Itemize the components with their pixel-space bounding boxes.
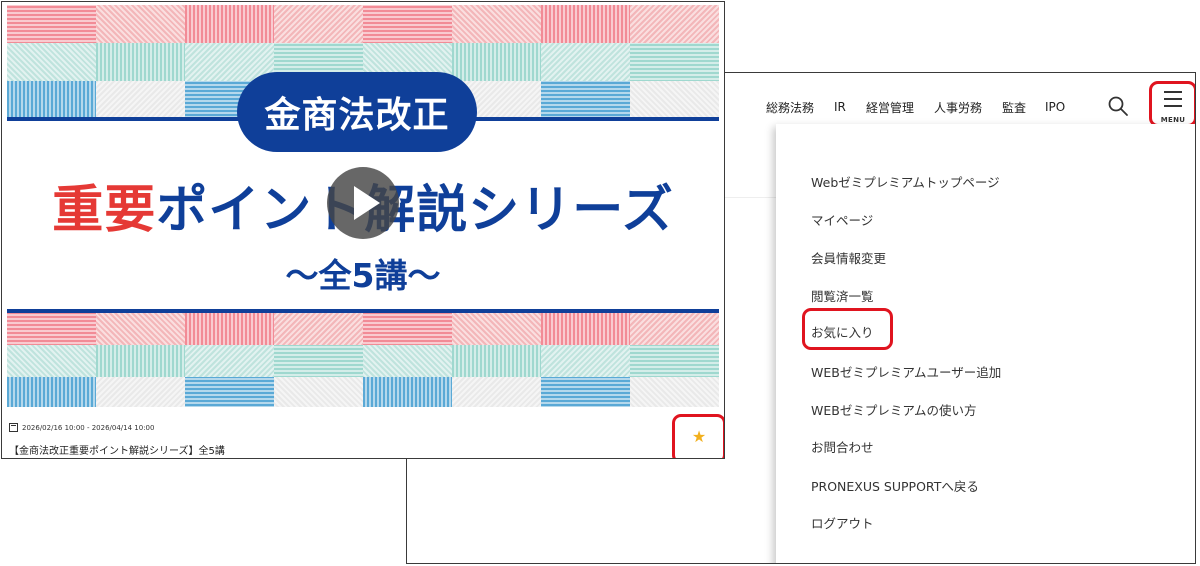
nav-item-audit[interactable]: 監査 (1002, 99, 1026, 116)
nav-item-ir[interactable]: IR (834, 100, 846, 114)
video-card-window: 金商法改正 重要ポイント解説シリーズ 〜全5講〜 2026/02/16 10:0… (1, 1, 725, 459)
hamburger-icon (1164, 91, 1182, 107)
pattern-tile (363, 377, 453, 407)
menu-item-viewed-list[interactable]: 閲覧済一覧 (811, 286, 874, 305)
pattern-tile (274, 5, 364, 44)
pattern-tile (274, 313, 364, 346)
pattern-tile (452, 43, 542, 82)
pattern-tile (452, 313, 542, 346)
pattern-tile (96, 377, 186, 407)
pattern-tile (363, 313, 453, 346)
menu-item-logout[interactable]: ログアウト (811, 513, 874, 532)
pattern-tile (185, 345, 275, 378)
pattern-tile (274, 345, 364, 378)
favorite-button[interactable]: ★ (672, 414, 724, 458)
pattern-tile (7, 345, 97, 378)
pattern-tile (630, 81, 719, 120)
pattern-tile (541, 5, 631, 44)
pattern-tile (7, 313, 97, 346)
pattern-tile (541, 377, 631, 407)
calendar-icon (9, 423, 18, 432)
video-title[interactable]: 【金商法改正重要ポイント解説シリーズ】全5講 (9, 442, 225, 457)
pattern-tile (185, 377, 275, 407)
pattern-tile (541, 313, 631, 346)
menu-item-my-page[interactable]: マイページ (811, 210, 873, 229)
pattern-tile (185, 313, 275, 346)
pattern-tile (630, 313, 719, 346)
pattern-tile (7, 5, 97, 44)
video-thumbnail[interactable]: 金商法改正 重要ポイント解説シリーズ 〜全5講〜 (7, 5, 719, 407)
pattern-tile (363, 345, 453, 378)
nav-item-ipo[interactable]: IPO (1045, 100, 1065, 114)
pattern-tile (541, 345, 631, 378)
nav-item-management[interactable]: 経営管理 (866, 99, 914, 116)
pattern-tile (96, 345, 186, 378)
play-icon (354, 186, 380, 220)
pattern-tile (274, 377, 364, 407)
date-range-row: 2026/02/16 10:00 - 2026/04/14 10:00 (9, 423, 154, 432)
pattern-tile (7, 81, 97, 120)
menu-item-add-user[interactable]: WEBゼミプレミアムユーザー追加 (811, 362, 1001, 381)
pattern-tile (452, 377, 542, 407)
nav-item-hr[interactable]: 人事労務 (934, 99, 982, 116)
menu-item-how-to-use[interactable]: WEBゼミプレミアムの使い方 (811, 400, 976, 419)
menu-item-contact[interactable]: お問合わせ (811, 437, 874, 456)
pattern-tile (452, 5, 542, 44)
thumbnail-subtitle: 〜全5講〜 (285, 256, 441, 295)
decorative-pattern-bottom (7, 313, 719, 407)
menu-button[interactable]: MENU (1149, 81, 1195, 127)
pattern-tile (541, 81, 631, 120)
pattern-tile (630, 345, 719, 378)
pattern-tile (96, 81, 186, 120)
thumbnail-title-blue: ポイント解説シリーズ (156, 181, 674, 240)
pattern-tile (96, 43, 186, 82)
pattern-tile (96, 5, 186, 44)
search-icon[interactable] (1107, 95, 1129, 117)
pattern-tile (363, 5, 453, 44)
menu-item-member-info[interactable]: 会員情報変更 (811, 248, 886, 267)
pattern-tile (452, 345, 542, 378)
menu-item-back-to-support[interactable]: PRONEXUS SUPPORTへ戻る (811, 476, 979, 495)
pattern-tile (630, 377, 719, 407)
pattern-tile (541, 43, 631, 82)
thumbnail-title-red: 重要 (52, 181, 157, 240)
menu-item-favorites[interactable]: お気に入り (811, 322, 874, 341)
pattern-tile (96, 313, 186, 346)
pattern-tile (7, 43, 97, 82)
pattern-tile (630, 5, 719, 44)
pattern-tile (630, 43, 719, 82)
menu-item-top-page[interactable]: Webゼミプレミアムトップページ (811, 172, 1000, 191)
pattern-tile (185, 5, 275, 44)
date-range: 2026/02/16 10:00 - 2026/04/14 10:00 (22, 423, 155, 432)
thumbnail-pill-title: 金商法改正 (237, 72, 477, 152)
menu-label: MENU (1160, 116, 1186, 124)
pattern-tile (7, 377, 97, 407)
nav-item-general-legal[interactable]: 総務法務 (766, 99, 814, 116)
star-icon: ★ (691, 427, 707, 446)
play-button[interactable] (327, 167, 399, 239)
menu-dropdown: Webゼミプレミアムトップページ マイページ 会員情報変更 閲覧済一覧 お気に入… (776, 124, 1195, 563)
